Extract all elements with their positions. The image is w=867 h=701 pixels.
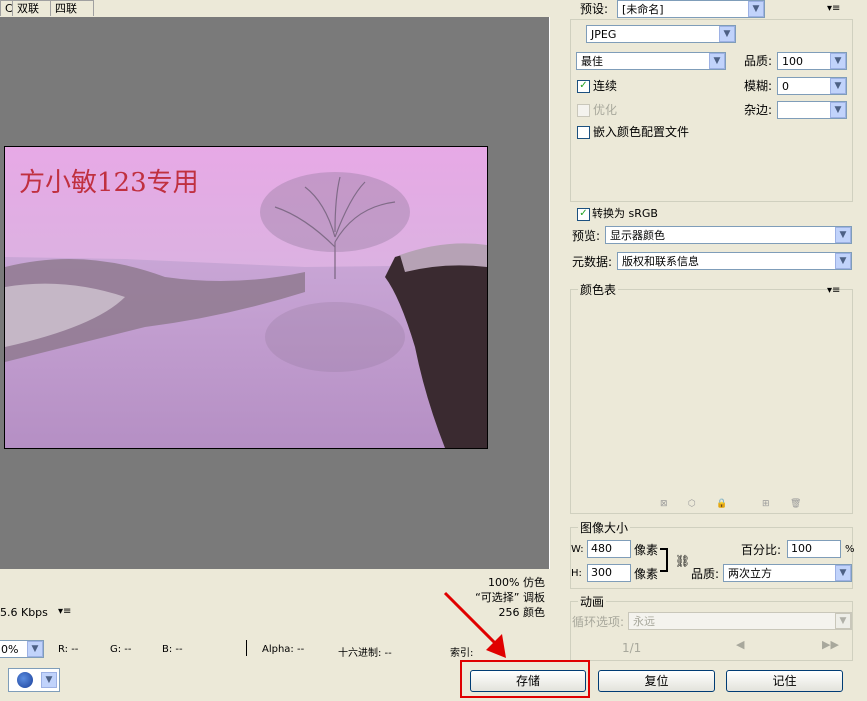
- prev-frame-icon[interactable]: ◀: [736, 638, 744, 651]
- width-label: W:: [571, 544, 584, 555]
- link-icon[interactable]: ⛓: [675, 554, 690, 568]
- loop-label: 循环选项:: [572, 615, 625, 629]
- preview-area: 方小敏123专用: [0, 17, 550, 569]
- blue-readout: B: --: [162, 644, 183, 655]
- optimized-label: 优化: [593, 103, 618, 117]
- new-color-icon[interactable]: ⊞: [762, 499, 772, 509]
- preset-select[interactable]: [未命名] ▼: [617, 0, 765, 18]
- preview-select[interactable]: 显示器颜色 ▼: [605, 226, 852, 244]
- chevron-down-icon: ▼: [830, 102, 846, 118]
- preset-label: 预设:: [580, 2, 609, 16]
- color-table-menu-icon[interactable]: ▾≡: [827, 285, 840, 296]
- percent-field[interactable]: 100: [787, 540, 841, 558]
- height-label: H:: [571, 568, 582, 579]
- percent-unit: %: [845, 544, 855, 555]
- chevron-down-icon: ▼: [709, 53, 725, 69]
- chevron-down-icon: ▼: [27, 641, 43, 657]
- matte-select[interactable]: ▼: [777, 101, 847, 119]
- embed-profile-label: 嵌入颜色配置文件: [593, 125, 690, 139]
- convert-srgb-label: 转换为 sRGB: [592, 207, 658, 220]
- next-frame-icon[interactable]: ▶▶: [822, 638, 839, 651]
- embed-profile-checkbox[interactable]: [577, 126, 590, 139]
- speed-menu-icon[interactable]: ▾≡: [58, 606, 71, 617]
- optimized-checkbox[interactable]: [577, 104, 590, 117]
- animation-group: [570, 601, 853, 661]
- watermark-text: 方小敏123专用: [19, 168, 199, 198]
- quality-label: 品质:: [744, 54, 773, 68]
- progressive-checkbox[interactable]: ✓: [577, 80, 590, 93]
- trash-icon[interactable]: 🗑: [790, 499, 801, 509]
- remember-button[interactable]: 记住: [726, 670, 843, 692]
- convert-srgb-checkbox[interactable]: ✓: [577, 208, 590, 221]
- blur-field[interactable]: 0 ▼: [777, 77, 847, 95]
- red-readout: R: --: [58, 644, 79, 655]
- resample-quality-label: 品质:: [691, 567, 720, 581]
- progressive-label: 连续: [593, 79, 618, 93]
- blur-label: 模糊:: [744, 79, 773, 93]
- color-table-title: 颜色表: [578, 283, 619, 297]
- highlight-box: [460, 660, 590, 698]
- web-shift-icon[interactable]: ⬡: [688, 499, 698, 509]
- hex-readout: 十六进制: --: [338, 648, 392, 659]
- quality-field[interactable]: 100 ▼: [777, 52, 847, 70]
- chevron-down-icon: ▼: [830, 53, 846, 69]
- width-field[interactable]: 480: [587, 540, 631, 558]
- landscape-photo: 方小敏123专用: [5, 147, 487, 448]
- reset-button[interactable]: 复位: [598, 670, 715, 692]
- chevron-down-icon: ▼: [835, 227, 851, 243]
- preview-label: 预览:: [572, 229, 601, 243]
- metadata-label: 元数据:: [572, 255, 613, 269]
- tab-4up[interactable]: 四联: [50, 0, 94, 16]
- chevron-down-icon: ▼: [748, 1, 764, 17]
- zoom-select[interactable]: 0% ▼: [0, 640, 44, 658]
- image-size-title: 图像大小: [578, 521, 631, 535]
- format-select[interactable]: JPEG ▼: [586, 25, 736, 43]
- color-table-group: [570, 289, 853, 514]
- height-unit: 像素: [634, 567, 659, 581]
- preview-image: 方小敏123专用: [4, 146, 488, 449]
- map-color-icon[interactable]: ⊠: [660, 499, 670, 509]
- chevron-down-icon: ▼: [835, 565, 851, 581]
- annotation-arrow: [443, 591, 506, 658]
- link-bracket: [660, 548, 668, 572]
- download-speed: 5.6 Kbps: [0, 606, 48, 619]
- height-field[interactable]: 300: [587, 564, 631, 582]
- browser-preview-button[interactable]: ▼: [8, 668, 60, 692]
- frame-counter: 1/1: [622, 641, 642, 655]
- chevron-down-icon: ▼: [830, 78, 846, 94]
- browser-icon: [17, 672, 33, 688]
- loop-select[interactable]: 永远 ▼: [628, 612, 852, 630]
- quality-preset-select[interactable]: 最佳 ▼: [576, 52, 726, 70]
- percent-label: 百分比:: [741, 543, 782, 557]
- metadata-select[interactable]: 版权和联系信息 ▼: [617, 252, 852, 270]
- alpha-readout: Alpha: --: [262, 644, 305, 655]
- width-unit: 像素: [634, 543, 659, 557]
- resample-quality-select[interactable]: 两次立方 ▼: [723, 564, 852, 582]
- chevron-down-icon: ▼: [835, 613, 851, 629]
- chevron-down-icon: ▼: [719, 26, 735, 42]
- lock-color-icon[interactable]: 🔒: [716, 499, 727, 509]
- matte-label: 杂边:: [744, 103, 773, 117]
- panel-menu-icon[interactable]: ▾≡: [827, 3, 840, 14]
- animation-title: 动画: [578, 595, 607, 609]
- divider: [246, 640, 247, 656]
- settings-panel: 预设: [未命名] ▼ ▾≡ JPEG ▼ 最佳 ▼ 品质: 100 ▼ ✓ 连续 模糊…: [560, 0, 867, 701]
- green-readout: G: --: [110, 644, 132, 655]
- chevron-down-icon: ▼: [41, 672, 57, 688]
- chevron-down-icon: ▼: [835, 253, 851, 269]
